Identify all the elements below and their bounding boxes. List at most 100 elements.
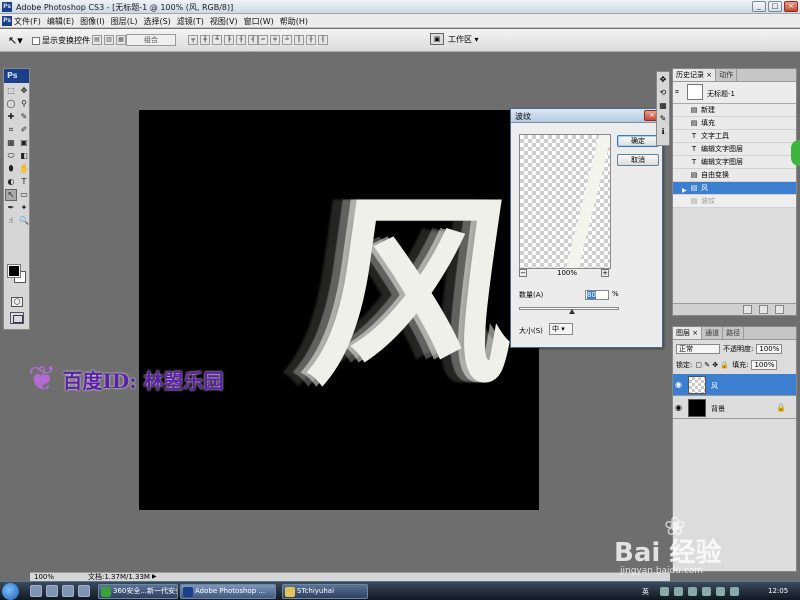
menu-layer[interactable]: 图层(L) [111,16,138,27]
dodge-tool-icon[interactable]: ✋ [18,163,30,175]
tray-icon[interactable] [674,587,683,596]
status-menu-arrow-icon[interactable]: ▶ [152,573,157,581]
taskbar-item-photoshop[interactable]: Adobe Photoshop ... [180,584,276,599]
history-item[interactable]: T 文字工具 [673,130,796,143]
side-float-button[interactable] [791,140,800,166]
minimize-button[interactable]: _ [752,1,766,12]
align-middle-icon[interactable]: ╋ [200,35,210,45]
dialog-titlebar[interactable]: 波纹 × [511,109,662,123]
distribute-icon[interactable]: ╫ [306,35,316,45]
close-button[interactable]: × [784,1,798,12]
align-right-icon[interactable]: ┫ [248,35,258,45]
hand-tool-icon[interactable]: ☝ [5,215,17,227]
brush-dock-icon[interactable]: ✎ [657,113,669,124]
show-desktop-icon[interactable] [30,585,42,597]
trash-icon[interactable] [775,305,784,314]
taskbar-item-360[interactable]: 360安全...新一代安全... [98,584,178,599]
magic-wand-icon[interactable]: ⚲ [18,98,30,110]
screen-mode-icon[interactable] [10,312,24,324]
align-top-icon[interactable]: ┳ [188,35,198,45]
distribute-icon[interactable]: ╢ [318,35,328,45]
bridge-icon[interactable]: ▣ [430,33,444,45]
history-item[interactable]: ▤ 自由变换 [673,169,796,182]
history-item-selected[interactable]: ▶ ▤ 风 [673,182,796,195]
browser-icon[interactable] [62,585,74,597]
menu-view[interactable]: 视图(V) [210,16,238,27]
align-left-icon[interactable]: ┣ [224,35,234,45]
info-icon[interactable]: ℹ [657,126,669,137]
distribute-icon[interactable]: ═ [258,35,268,45]
type-tool-icon[interactable]: T [18,176,30,188]
distribute-icon[interactable]: ╪ [270,35,280,45]
cancel-button[interactable]: 取消 [617,154,659,166]
volume-icon[interactable] [716,587,725,596]
show-transform-checkbox[interactable]: 显示变换控件 [32,35,90,46]
amount-input[interactable]: 80 [585,290,609,300]
zoom-in-button[interactable]: + [601,269,609,277]
menu-image[interactable]: 图像(I) [80,16,105,27]
new-document-icon[interactable] [743,305,752,314]
lasso-tool-icon[interactable]: ◯ [5,98,17,110]
menu-filter[interactable]: 滤镜(T) [177,16,204,27]
snapshot-icon[interactable] [759,305,768,314]
zoom-tool-icon[interactable]: 🔍 [18,215,30,227]
gradient-tool-icon[interactable]: ◧ [18,150,30,162]
brush-tool-icon[interactable]: ✐ [18,124,30,136]
status-zoom[interactable]: 100% [34,573,54,581]
marquee-tool-icon[interactable]: ⬚ [5,85,17,97]
move-tool-icon[interactable]: ↖▾ [8,34,23,47]
checkbox-box[interactable] [32,36,40,45]
history-dock-icon[interactable]: ⟲ [657,87,669,98]
history-item[interactable]: ▤ 新建 [673,104,796,117]
tray-icon[interactable] [702,587,711,596]
menu-window[interactable]: 窗口(W) [244,16,274,27]
healing-brush-icon[interactable]: ⌗ [5,124,17,136]
tab-history[interactable]: 历史记录 × [673,69,717,81]
menu-edit[interactable]: 编辑(E) [47,16,74,27]
lock-icons[interactable]: ▢ ✎ ✥ 🔒 [695,361,729,369]
menu-help[interactable]: 帮助(H) [280,16,308,27]
slice-tool-icon[interactable]: ✎ [18,111,30,123]
history-snapshot[interactable]: ⌗ 无标题-1 [673,82,796,104]
ok-button[interactable]: 确定 [617,135,659,147]
maximize-button[interactable]: □ [768,1,782,12]
combine-button[interactable]: 组合 [126,34,176,46]
network-icon[interactable] [730,587,739,596]
clock[interactable]: 12:05 [768,587,788,595]
pen-tool-icon[interactable]: ◐ [5,176,17,188]
history-brush-icon[interactable]: ▣ [18,137,30,149]
fill-input[interactable]: 100% [751,360,778,370]
tab-layers[interactable]: 图层 × [673,327,703,339]
align-center-icon[interactable]: ╂ [236,35,246,45]
media-icon[interactable] [78,585,90,597]
tab-channels[interactable]: 通道 [702,327,724,339]
move-tool-icon[interactable]: ✥ [18,85,30,97]
align-icon[interactable]: ▥ [104,35,114,45]
foreground-color-swatch[interactable] [7,264,21,278]
distribute-icon[interactable]: ║ [294,35,304,45]
history-item-pending[interactable]: ▤ 波纹 [673,195,796,208]
start-button[interactable] [2,583,19,600]
stamp-tool-icon[interactable]: ▦ [5,137,17,149]
app-menu-icon[interactable]: Ps [2,16,12,26]
quick-mask-icon[interactable]: ◯ [11,297,23,307]
align-icon[interactable]: ▦ [116,35,126,45]
tray-icon[interactable] [688,587,697,596]
swatches-icon[interactable]: ▦ [657,100,669,111]
size-select[interactable]: 中 ▾ [549,323,573,335]
visibility-eye-icon[interactable]: ◉ [675,403,682,412]
opacity-input[interactable]: 100% [756,344,783,354]
filter-preview[interactable] [519,134,611,269]
blend-mode-select[interactable]: 正常 [676,344,720,354]
history-brush-source-icon[interactable]: ⌗ [675,88,679,97]
eraser-tool-icon[interactable]: ⬭ [5,150,17,162]
align-bottom-icon[interactable]: ┻ [212,35,222,45]
crop-tool-icon[interactable]: ✚ [5,111,17,123]
history-item[interactable]: T 编辑文字图层 [673,156,796,169]
taskbar-item-folder[interactable]: STchiyuhai [282,584,368,599]
visibility-eye-icon[interactable]: ◉ [675,380,682,389]
layer-row-background[interactable]: ◉ 背景 🔒 [673,397,796,419]
align-icon[interactable]: ▤ [92,35,102,45]
distribute-icon[interactable]: ╧ [282,35,292,45]
tray-icon[interactable] [660,587,669,596]
